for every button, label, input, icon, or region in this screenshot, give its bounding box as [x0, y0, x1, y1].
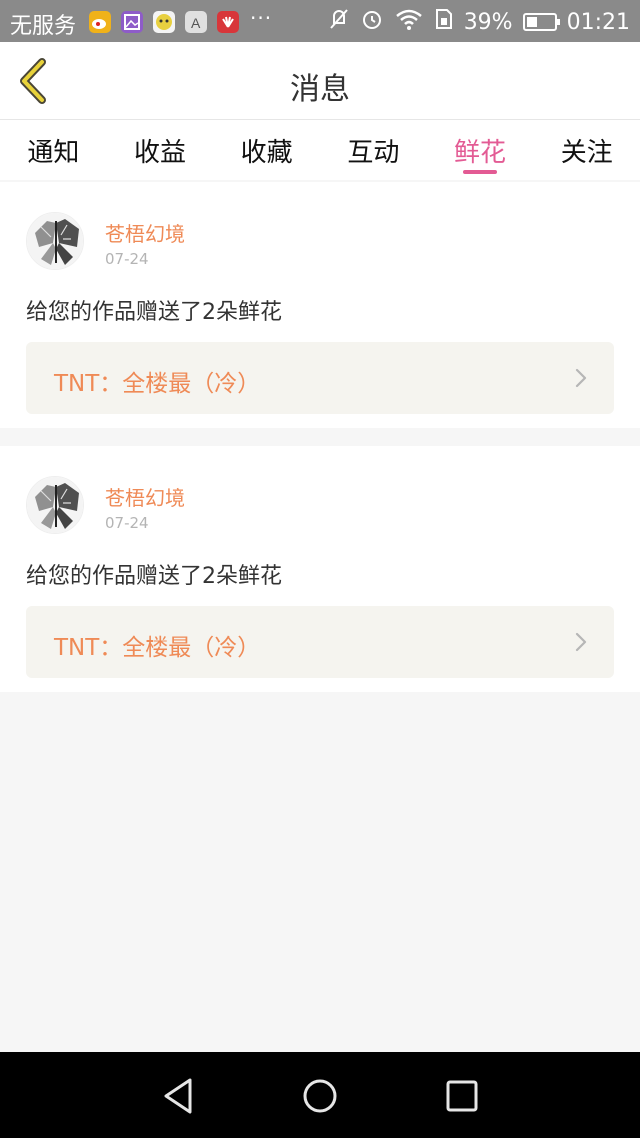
- huawei-app-icon: [217, 11, 239, 33]
- battery-icon: [522, 13, 560, 31]
- butterfly-avatar-icon: [27, 213, 83, 269]
- chevron-right-icon: [575, 632, 587, 652]
- tab-earnings[interactable]: 收益: [107, 120, 214, 180]
- message-card: 苍梧幻境 07-24 给您的作品赠送了2朵鲜花 TNT：全楼最（冷）: [0, 446, 640, 692]
- notification-icons: A: [89, 11, 239, 33]
- tab-notifications[interactable]: 通知: [0, 120, 107, 180]
- work-link[interactable]: TNT：全楼最（冷）: [26, 342, 614, 414]
- home-circle-icon[interactable]: [302, 1076, 338, 1116]
- work-title: TNT：全楼最（冷）: [54, 371, 261, 397]
- butterfly-avatar-icon: [27, 477, 83, 533]
- avatar[interactable]: [26, 212, 84, 270]
- message-text: 给您的作品赠送了2朵鲜花: [26, 300, 282, 325]
- carrier-label: 无服务: [10, 14, 77, 39]
- status-bar: 无服务 A ··· 39% 01:21: [0, 0, 640, 42]
- tab-bar: 通知 收益 收藏 互动 鲜花 关注: [0, 120, 640, 180]
- tab-favorites[interactable]: 收藏: [213, 120, 320, 180]
- message-card: 苍梧幻境 07-24 给您的作品赠送了2朵鲜花 TNT：全楼最（冷）: [0, 182, 640, 428]
- back-triangle-icon[interactable]: [160, 1076, 196, 1116]
- battery-percent: 39%: [463, 9, 513, 35]
- sender-name[interactable]: 苍梧幻境: [105, 482, 185, 511]
- more-notifications-indicator: ···: [250, 6, 273, 30]
- chevron-right-icon: [575, 368, 587, 388]
- gallery-icon: [121, 11, 143, 33]
- work-link[interactable]: TNT：全楼最（冷）: [26, 606, 614, 678]
- tab-following[interactable]: 关注: [533, 120, 640, 180]
- status-right: 39% 01:21: [328, 7, 630, 37]
- tab-interactions[interactable]: 互动: [320, 120, 427, 180]
- wifi-icon: [394, 7, 424, 37]
- page-title: 消息: [290, 72, 350, 107]
- clock-time: 01:21: [566, 9, 630, 35]
- chat-app-icon: [153, 11, 175, 33]
- recents-square-icon[interactable]: [444, 1076, 480, 1116]
- weibo-icon: [89, 11, 111, 33]
- avatar[interactable]: [26, 476, 84, 534]
- sim-icon: [434, 7, 454, 37]
- mute-icon: [328, 7, 350, 37]
- sender-name[interactable]: 苍梧幻境: [105, 218, 185, 247]
- message-date: 07-24: [105, 250, 149, 268]
- font-app-icon: A: [185, 11, 207, 33]
- alarm-icon: [360, 7, 384, 37]
- system-nav-bar: [0, 1052, 640, 1138]
- tab-flowers[interactable]: 鲜花: [427, 120, 534, 180]
- message-date: 07-24: [105, 514, 149, 532]
- svg-text:A: A: [191, 15, 201, 31]
- app-header: 消息: [0, 42, 640, 120]
- work-title: TNT：全楼最（冷）: [54, 635, 261, 661]
- message-text: 给您的作品赠送了2朵鲜花: [26, 564, 282, 589]
